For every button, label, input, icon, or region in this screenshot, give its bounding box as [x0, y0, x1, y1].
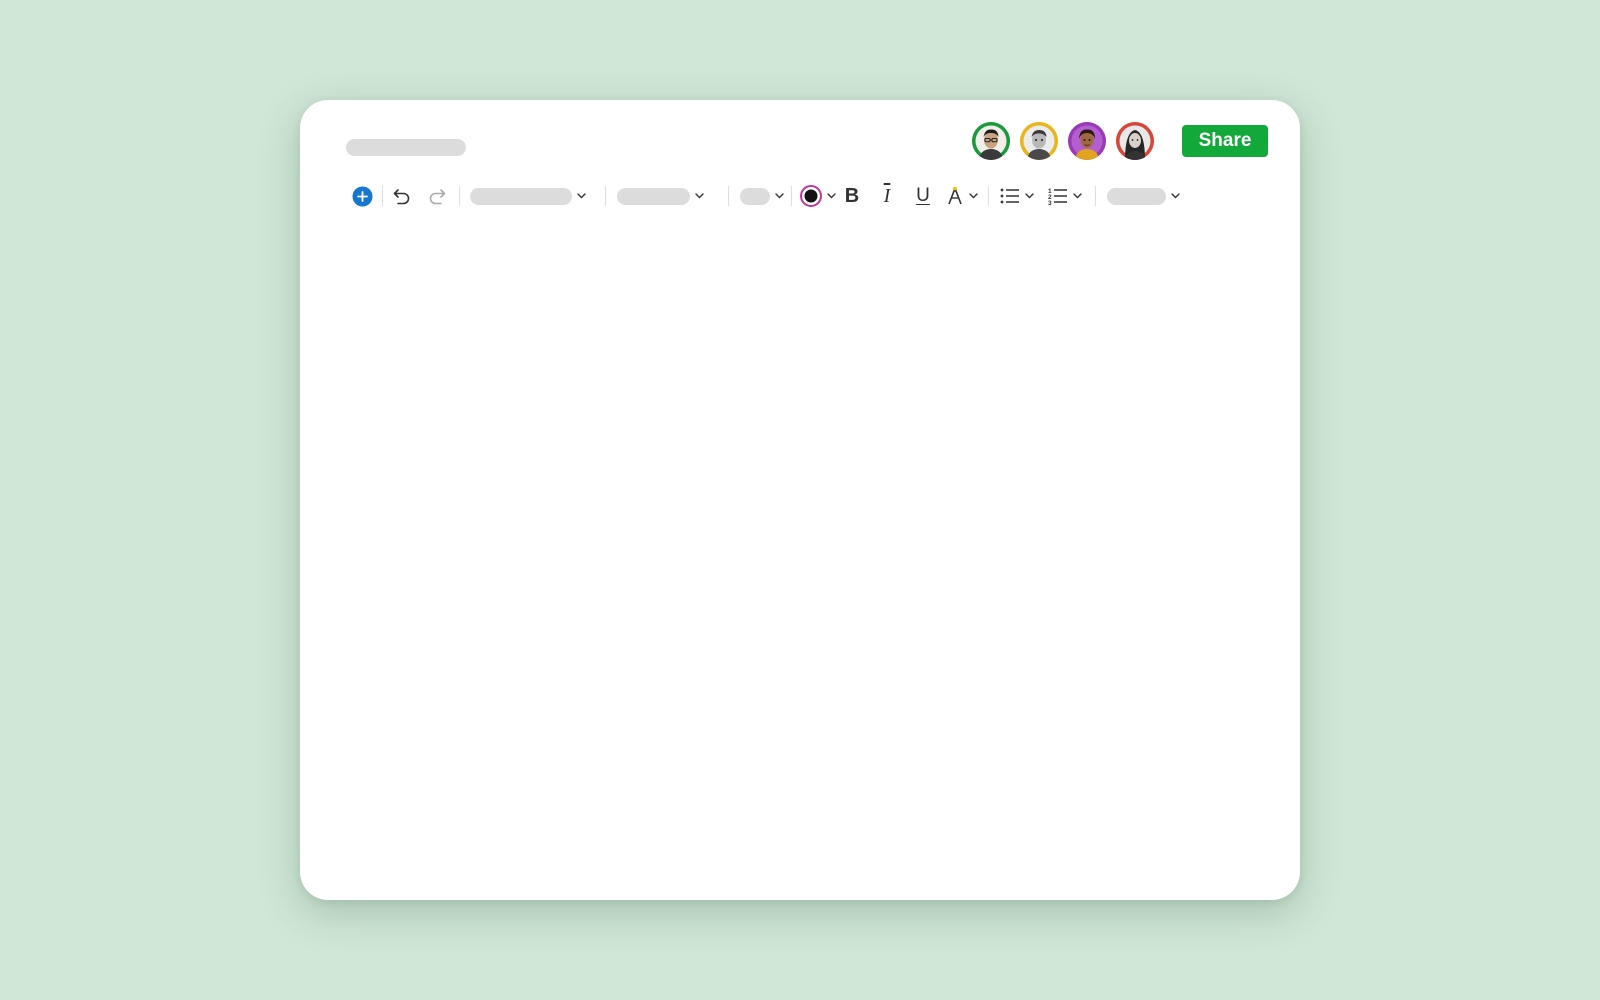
italic-button[interactable]: I [875, 182, 899, 210]
insert-button[interactable] [350, 182, 374, 210]
toolbar-divider [1095, 186, 1096, 206]
toolbar-divider [605, 186, 606, 206]
chevron-down-icon [827, 193, 836, 199]
editor-window: Share B I U 1 2 3 [300, 100, 1300, 900]
chevron-down-icon [1025, 193, 1034, 199]
document-title-placeholder[interactable] [346, 139, 466, 156]
collaborator-avatar-2[interactable] [1020, 122, 1058, 160]
font-size-dropdown[interactable] [740, 182, 784, 210]
numbered-list-button[interactable]: 1 2 3 [1048, 182, 1082, 210]
font-dropdown-placeholder [617, 187, 690, 205]
chevron-down-icon [1073, 193, 1082, 199]
numbered-list-icon: 1 2 3 [1048, 188, 1067, 205]
highlight-button[interactable] [946, 182, 978, 210]
italic-icon: I [883, 184, 891, 207]
bullet-list-icon [1000, 188, 1019, 204]
chevron-down-icon [775, 193, 784, 199]
chevron-down-icon [1171, 193, 1180, 199]
collaborator-avatar-3[interactable] [1068, 122, 1106, 160]
toolbar-divider [791, 186, 792, 206]
bold-icon: B [844, 184, 860, 207]
document-body[interactable] [346, 230, 1254, 860]
chevron-down-icon [577, 193, 586, 199]
toolbar-divider [728, 186, 729, 206]
chevron-down-icon [695, 193, 704, 199]
font-size-placeholder [740, 187, 770, 205]
toolbar-divider [382, 186, 383, 206]
bullet-list-button[interactable] [1000, 182, 1034, 210]
more-options-placeholder [1107, 187, 1166, 205]
undo-icon [393, 189, 410, 205]
redo-icon [429, 189, 446, 205]
collaborator-avatar-1[interactable] [972, 122, 1010, 160]
redo-button[interactable] [425, 182, 449, 210]
share-button[interactable]: Share [1182, 125, 1268, 157]
bold-button[interactable]: B [840, 182, 864, 210]
highlight-icon [948, 187, 962, 205]
font-dropdown[interactable] [617, 182, 704, 210]
toolbar-divider [459, 186, 460, 206]
svg-text:3: 3 [1048, 200, 1052, 205]
chevron-down-icon [969, 193, 978, 199]
style-dropdown[interactable] [470, 182, 586, 210]
text-color-button[interactable] [800, 182, 836, 210]
style-dropdown-placeholder [470, 187, 572, 205]
underline-icon: U [916, 185, 930, 206]
undo-button[interactable] [390, 182, 414, 210]
plus-icon [352, 186, 372, 206]
toolbar-divider [988, 186, 989, 206]
more-options-dropdown[interactable] [1107, 182, 1180, 210]
text-color-icon [800, 185, 822, 207]
collaborator-avatar-4[interactable] [1116, 122, 1154, 160]
underline-button[interactable]: U [911, 182, 935, 210]
